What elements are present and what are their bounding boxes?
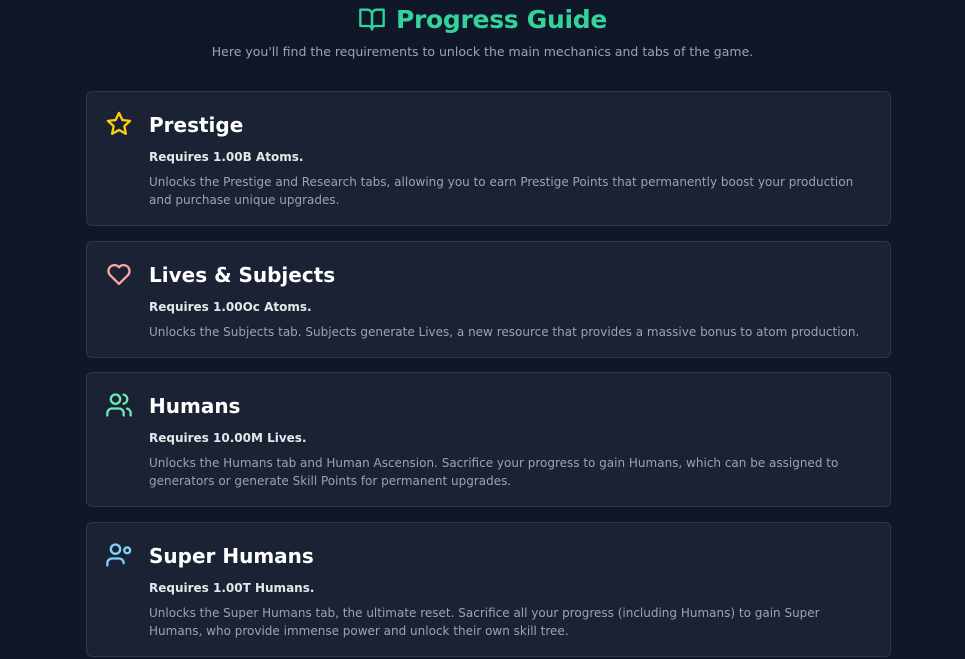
page-title: Progress Guide (395, 4, 607, 34)
heart-icon (105, 260, 133, 288)
guide-requirement: Requires 1.00Oc Atoms. (149, 300, 312, 314)
users-icon (105, 391, 133, 419)
guide-card-super-humans: Super Humans Requires 1.00T Humans. Unlo… (86, 522, 891, 657)
user-cog-icon (105, 541, 133, 569)
guide-card-humans: Humans Requires 10.00M Lives. Unlocks th… (86, 372, 891, 507)
title-row: Progress Guide (0, 3, 965, 35)
guide-requirement: Requires 1.00T Humans. (149, 581, 315, 595)
book-open-icon (358, 5, 386, 33)
guide-requirement: Requires 10.00M Lives. (149, 431, 307, 445)
page-subtitle: Here you'll find the requirements to unl… (211, 44, 754, 59)
guide-description: Unlocks the Subjects tab. Subjects gener… (149, 325, 860, 339)
guide-description: Unlocks the Super Humans tab, the ultima… (149, 606, 820, 638)
guide-title: Lives & Subjects (149, 263, 336, 287)
progress-guide-page: Progress Guide Here you'll find the requ… (0, 0, 965, 659)
guide-card-prestige: Prestige Requires 1.00B Atoms. Unlocks t… (86, 91, 891, 226)
guide-requirement: Requires 1.00B Atoms. (149, 150, 304, 164)
star-icon (105, 110, 133, 138)
page-header: Progress Guide Here you'll find the requ… (0, 0, 965, 60)
guide-card-lives-subjects: Lives & Subjects Requires 1.00Oc Atoms. … (86, 241, 891, 358)
guide-description: Unlocks the Humans tab and Human Ascensi… (149, 456, 839, 488)
guide-description: Unlocks the Prestige and Research tabs, … (149, 175, 854, 207)
guide-title: Prestige (149, 113, 244, 137)
guide-title: Super Humans (149, 544, 314, 568)
guide-title: Humans (149, 394, 241, 418)
